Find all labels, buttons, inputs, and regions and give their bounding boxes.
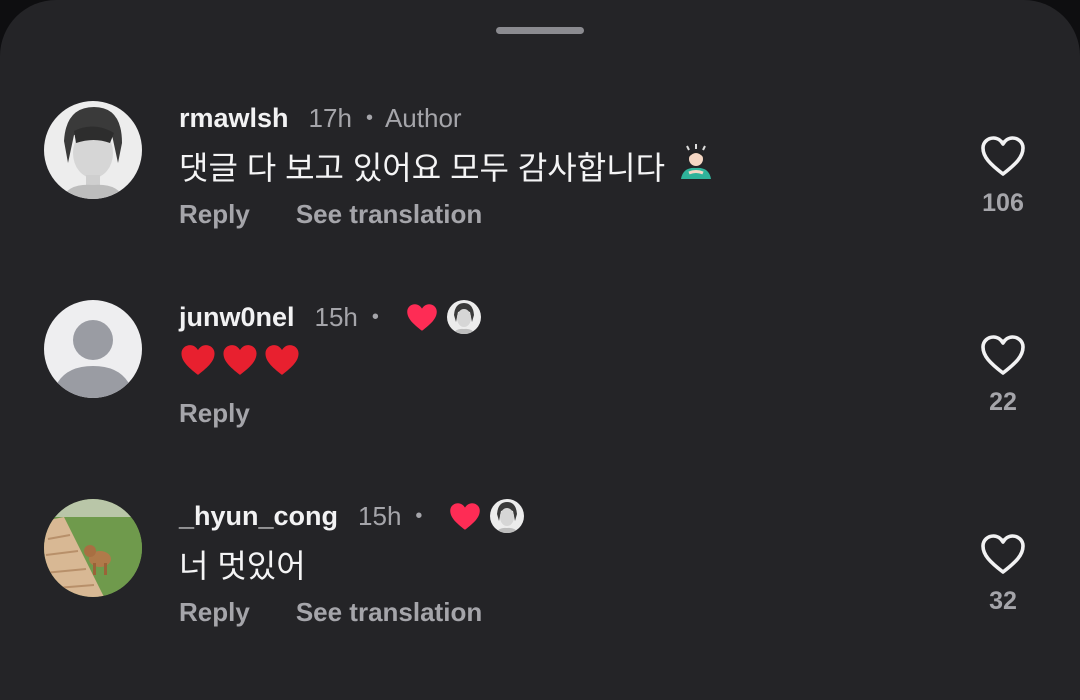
comment-actions: Reply See translation: [179, 597, 482, 628]
red-heart-emoji: [263, 342, 301, 386]
comment-actions: Reply See translation: [179, 199, 482, 230]
like-count: 32: [989, 587, 1017, 615]
username[interactable]: junw0nel: [179, 302, 295, 333]
comments-sheet: rmawlsh 17h • Author 댓글 다 보고 있어요 모두 감사합니…: [0, 0, 1080, 700]
like-control[interactable]: 106: [962, 136, 1044, 218]
heart-outline-icon[interactable]: [980, 335, 1026, 377]
see-translation-button[interactable]: See translation: [296, 597, 482, 628]
reply-button[interactable]: Reply: [179, 597, 250, 628]
username[interactable]: _hyun_cong: [179, 501, 338, 532]
like-count: 106: [982, 189, 1024, 217]
creator-liked-heart-icon: [448, 501, 482, 532]
heart-outline-icon[interactable]: [980, 136, 1026, 178]
comment-item: junw0nel 15h • Reply 22: [0, 300, 1080, 480]
separator-dot: •: [365, 106, 373, 129]
red-heart-emoji: [221, 342, 259, 386]
comment-text: 너 멋있어: [179, 541, 306, 587]
comment-text: [179, 342, 305, 386]
reply-button[interactable]: Reply: [179, 199, 250, 230]
avatar[interactable]: [44, 101, 142, 199]
avatar[interactable]: [44, 499, 142, 597]
person-bowing-emoji: [677, 143, 715, 189]
comment-meta: _hyun_cong 15h •: [179, 499, 525, 533]
timestamp: 17h: [308, 102, 352, 133]
timestamp: 15h: [358, 500, 402, 531]
comment-text-content: 댓글 다 보고 있어요 모두 감사합니다: [179, 150, 666, 186]
like-control[interactable]: 32: [962, 534, 1044, 616]
comment-item: rmawlsh 17h • Author 댓글 다 보고 있어요 모두 감사합니…: [0, 101, 1080, 281]
comment-meta: junw0nel 15h •: [179, 300, 481, 334]
timestamp: 15h: [314, 301, 358, 332]
like-count: 22: [989, 388, 1017, 416]
comment-text-content: 너 멋있어: [179, 548, 306, 584]
separator-dot: •: [371, 305, 379, 328]
creator-avatar-icon: [490, 499, 525, 533]
like-control[interactable]: 22: [962, 335, 1044, 417]
see-translation-button[interactable]: See translation: [296, 199, 482, 230]
comment-text: 댓글 다 보고 있어요 모두 감사합니다: [179, 143, 715, 189]
comment-item: _hyun_cong 15h • 너 멋있어 Reply See transla…: [0, 499, 1080, 679]
heart-outline-icon[interactable]: [980, 534, 1026, 576]
avatar[interactable]: [44, 300, 142, 398]
creator-avatar-icon: [446, 300, 481, 334]
comment-meta: rmawlsh 17h • Author: [179, 101, 462, 135]
creator-liked-heart-icon: [405, 302, 439, 333]
red-heart-emoji: [179, 342, 217, 386]
comment-actions: Reply: [179, 398, 250, 429]
separator-dot: •: [415, 504, 423, 527]
reply-button[interactable]: Reply: [179, 398, 250, 429]
author-badge: Author: [384, 102, 462, 133]
username[interactable]: rmawlsh: [179, 103, 289, 134]
drag-handle[interactable]: [496, 27, 584, 34]
